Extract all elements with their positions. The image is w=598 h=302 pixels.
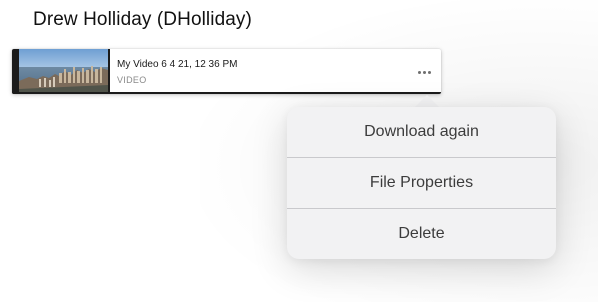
- video-thumbnail[interactable]: [19, 49, 108, 94]
- page: Drew Holliday (DHolliday) My Video 6 4 2…: [0, 0, 598, 302]
- popover-arrow: [415, 95, 439, 107]
- menu-item-download-again[interactable]: Download again: [287, 107, 556, 157]
- file-row[interactable]: My Video 6 4 21, 12 36 PM VIDEO: [12, 49, 441, 94]
- ellipsis-icon: [417, 70, 431, 74]
- menu-item-delete[interactable]: Delete: [287, 209, 556, 259]
- page-title: Drew Holliday (DHolliday): [33, 9, 252, 30]
- film-strip-bottom: [12, 92, 441, 94]
- file-type-label: VIDEO: [117, 75, 147, 85]
- file-name: My Video 6 4 21, 12 36 PM: [117, 59, 238, 70]
- more-options-button[interactable]: [412, 61, 436, 83]
- film-strip-left: [12, 49, 19, 94]
- film-strip-right: [108, 49, 110, 94]
- menu-item-file-properties[interactable]: File Properties: [287, 158, 556, 208]
- file-actions-menu: Download again File Properties Delete: [287, 107, 556, 259]
